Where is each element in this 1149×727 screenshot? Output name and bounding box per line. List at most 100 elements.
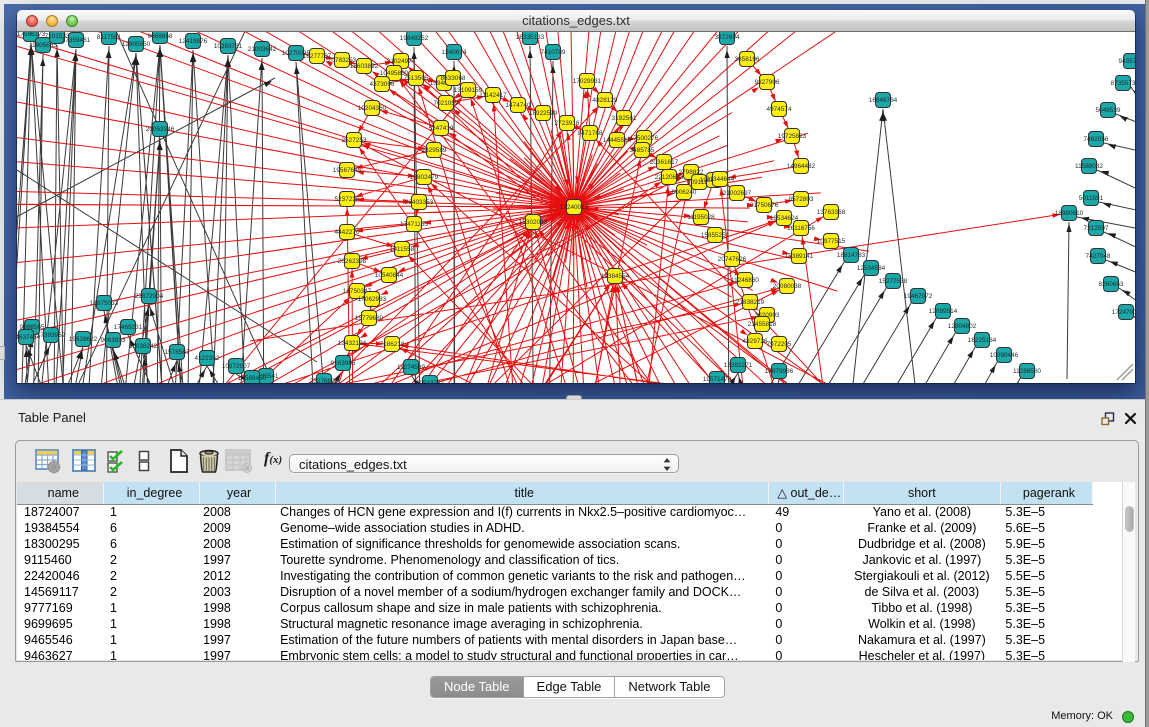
svg-text:20361617: 20361617 bbox=[650, 159, 679, 166]
svg-text:4122352: 4122352 bbox=[195, 355, 220, 362]
svg-text:22403353: 22403353 bbox=[405, 199, 434, 206]
svg-text:21838219: 21838219 bbox=[736, 299, 765, 306]
svg-text:5237236: 5237236 bbox=[335, 196, 360, 203]
svg-text:19649252: 19649252 bbox=[400, 35, 429, 42]
svg-text:19567645: 19567645 bbox=[333, 167, 362, 174]
svg-text:7186218: 7186218 bbox=[380, 341, 405, 348]
svg-text:10204360: 10204360 bbox=[358, 105, 387, 112]
svg-text:5247419: 5247419 bbox=[429, 125, 454, 132]
svg-text:17393952: 17393952 bbox=[37, 332, 66, 339]
svg-text:15302033: 15302033 bbox=[519, 219, 548, 226]
svg-text:23278801: 23278801 bbox=[310, 378, 339, 383]
svg-text:21455818: 21455818 bbox=[748, 321, 777, 328]
svg-text:9063933: 9063933 bbox=[101, 337, 126, 344]
svg-text:7410789: 7410789 bbox=[541, 49, 566, 56]
svg-text:16038242: 16038242 bbox=[129, 343, 158, 350]
svg-text:9471768: 9471768 bbox=[578, 130, 603, 137]
svg-text:1411558: 1411558 bbox=[390, 246, 415, 253]
svg-text:17500276: 17500276 bbox=[630, 135, 659, 142]
svg-text:11288560: 11288560 bbox=[1013, 368, 1041, 375]
svg-text:18335133: 18335133 bbox=[516, 34, 545, 41]
svg-text:1474740: 1474740 bbox=[506, 102, 531, 109]
svg-text:16225164: 16225164 bbox=[968, 337, 997, 344]
svg-text:11195028: 11195028 bbox=[687, 214, 715, 221]
svg-text:3858196: 3858196 bbox=[735, 56, 760, 63]
svg-text:8572803: 8572803 bbox=[789, 196, 814, 203]
svg-text:19725823: 19725823 bbox=[778, 133, 807, 140]
svg-text:12432194: 12432194 bbox=[338, 340, 367, 347]
svg-text:17029931: 17029931 bbox=[573, 78, 602, 85]
svg-text:19467972: 19467972 bbox=[904, 293, 933, 300]
svg-text:11246860: 11246860 bbox=[731, 277, 759, 284]
svg-text:16975033: 16975033 bbox=[90, 300, 119, 307]
svg-text:7427048: 7427048 bbox=[1086, 253, 1111, 260]
svg-text:10383781: 10383781 bbox=[214, 43, 243, 50]
svg-text:8117561: 8117561 bbox=[97, 34, 122, 41]
svg-text:18980610: 18980610 bbox=[1055, 210, 1084, 217]
svg-text:15779680: 15779680 bbox=[355, 315, 384, 322]
svg-text:3872694: 3872694 bbox=[715, 34, 740, 41]
svg-text:14445510: 14445510 bbox=[603, 137, 632, 144]
svg-text:20747626: 20747626 bbox=[718, 256, 747, 263]
svg-text:11142417: 11142417 bbox=[479, 92, 507, 99]
svg-text:13382271: 13382271 bbox=[724, 362, 753, 369]
svg-text:18603892: 18603892 bbox=[350, 63, 379, 70]
svg-text:14569450: 14569450 bbox=[238, 375, 267, 382]
svg-text:2723916: 2723916 bbox=[555, 120, 580, 127]
svg-text:12099514: 12099514 bbox=[929, 308, 958, 315]
svg-text:8633068: 8633068 bbox=[441, 75, 466, 82]
svg-text:2527253: 2527253 bbox=[342, 137, 367, 144]
svg-text:20513767: 20513767 bbox=[416, 380, 445, 383]
svg-text:5011591: 5011591 bbox=[1079, 195, 1104, 202]
svg-text:10090446: 10090446 bbox=[990, 352, 1019, 359]
svg-text:10540844: 10540844 bbox=[375, 272, 404, 279]
svg-text:21002697: 21002697 bbox=[723, 190, 752, 197]
svg-text:4373096: 4373096 bbox=[370, 81, 395, 88]
svg-text:9435707: 9435707 bbox=[1119, 58, 1135, 65]
svg-text:17247008: 17247008 bbox=[1112, 309, 1135, 316]
svg-text:22672904: 22672904 bbox=[135, 293, 164, 300]
svg-text:14964482: 14964482 bbox=[787, 163, 816, 170]
svg-text:17359461: 17359461 bbox=[62, 37, 91, 44]
svg-text:10977515: 10977515 bbox=[817, 238, 846, 245]
svg-text:4442270: 4442270 bbox=[335, 229, 360, 236]
svg-text:6006240: 6006240 bbox=[672, 189, 697, 196]
svg-text:1578587: 1578587 bbox=[165, 349, 190, 356]
svg-text:21750676: 21750676 bbox=[750, 202, 779, 209]
svg-text:7462056: 7462056 bbox=[1084, 136, 1109, 143]
svg-text:16848764: 16848764 bbox=[869, 97, 898, 104]
svg-text:12534584: 12534584 bbox=[857, 265, 886, 272]
svg-text:7513505: 7513505 bbox=[404, 75, 429, 82]
svg-text:11588032: 11588032 bbox=[1075, 163, 1103, 170]
svg-text:21024974: 21024974 bbox=[387, 58, 416, 65]
svg-text:15277538: 15277538 bbox=[879, 278, 908, 285]
svg-text:7972205: 7972205 bbox=[767, 341, 792, 348]
svg-text:12905950: 12905950 bbox=[122, 41, 151, 48]
svg-text:9327906: 9327906 bbox=[755, 79, 780, 86]
svg-text:11274569: 11274569 bbox=[397, 364, 425, 371]
svg-text:3485785: 3485785 bbox=[630, 147, 655, 154]
svg-text:19384554: 19384554 bbox=[601, 273, 630, 280]
svg-text:4974574: 4974574 bbox=[767, 106, 792, 113]
svg-text:4828129: 4828129 bbox=[593, 97, 618, 104]
svg-text:13763368: 13763368 bbox=[817, 209, 846, 216]
svg-text:21344644: 21344644 bbox=[706, 176, 735, 183]
svg-text:20053346: 20053346 bbox=[146, 126, 175, 133]
svg-text:5048539: 5048539 bbox=[1096, 107, 1121, 114]
svg-text:8735573: 8735573 bbox=[1111, 80, 1135, 87]
svg-text:2829589: 2829589 bbox=[422, 147, 447, 154]
svg-text:19571470: 19571470 bbox=[703, 376, 732, 383]
svg-text:10872907: 10872907 bbox=[222, 363, 251, 370]
svg-text:1340614: 1340614 bbox=[442, 49, 467, 56]
svg-text:16116756: 16116756 bbox=[787, 225, 815, 232]
svg-text:19628622: 19628622 bbox=[69, 336, 98, 343]
svg-text:3192561: 3192561 bbox=[612, 115, 637, 122]
svg-text:17062983: 17062983 bbox=[358, 296, 387, 303]
svg-text:9163966: 9163966 bbox=[331, 360, 356, 367]
svg-text:7212597: 7212597 bbox=[1084, 225, 1109, 232]
svg-text:7021059: 7021059 bbox=[434, 100, 459, 107]
svg-text:18922599: 18922599 bbox=[529, 110, 558, 117]
svg-text:18814783: 18814783 bbox=[837, 252, 866, 259]
svg-text:20262398: 20262398 bbox=[338, 258, 367, 265]
svg-text:20080038: 20080038 bbox=[773, 283, 802, 290]
